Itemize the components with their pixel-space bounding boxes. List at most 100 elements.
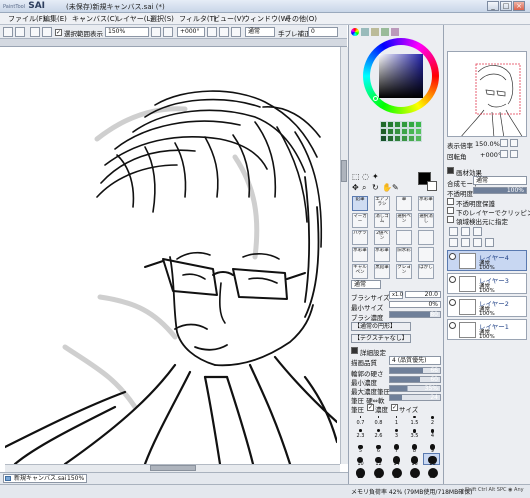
new-linework-layer-icon[interactable] [461, 227, 470, 236]
color-swatch[interactable] [394, 121, 401, 128]
new-layer-icon[interactable] [449, 227, 458, 236]
flip-button[interactable] [231, 27, 241, 37]
transfer-down-icon[interactable] [449, 238, 458, 247]
color-swatch[interactable] [401, 121, 408, 128]
color-swatch[interactable] [415, 135, 422, 142]
color-wheel-tab-icon[interactable] [351, 28, 359, 36]
detail-settings-toggle[interactable] [351, 347, 358, 354]
brush-tool-17[interactable]: 黒鉛筆 [374, 264, 390, 279]
edge-hardness-slider[interactable]: 66 [389, 367, 441, 374]
min-size-slider[interactable]: 0% [389, 301, 441, 308]
merge-down-icon[interactable] [461, 238, 470, 247]
layer-row[interactable]: レイヤー3 通常 100% [447, 273, 527, 294]
brush-mode-select[interactable]: 通常 [351, 280, 381, 289]
nav-zoom-out-button[interactable] [510, 139, 518, 147]
brush-size-preset[interactable]: 2 [423, 414, 440, 426]
menu-layer[interactable]: レイヤー(L) [116, 14, 153, 24]
pressure-size-checkbox[interactable]: ✓ [391, 404, 398, 411]
brush-size-preset[interactable]: 12 [369, 453, 386, 467]
vertical-scrollbar[interactable] [340, 47, 348, 464]
brush-size-slider[interactable]: 20.0 [405, 291, 441, 298]
menu-file[interactable]: ファイル(F) [8, 14, 46, 24]
brush-size-preset[interactable]: 0.8 [369, 414, 386, 426]
brush-size-preset[interactable]: 50 [423, 466, 440, 480]
brush-tool-14[interactable]: 旧水彩 [396, 247, 412, 262]
new-folder-icon[interactable] [473, 227, 482, 236]
clear-layer-icon[interactable] [473, 238, 482, 247]
select-rect-icon[interactable]: ⬚ [352, 172, 360, 181]
brush-size-preset[interactable]: 3.5 [405, 427, 422, 439]
blend-mode-select[interactable]: 通常 [473, 176, 527, 185]
color-swatch[interactable] [401, 128, 408, 135]
max-density-pressure-slider[interactable]: 35% [389, 385, 441, 392]
brush-size-preset[interactable]: 16 [405, 453, 422, 467]
color-swatch[interactable] [394, 128, 401, 135]
color-swatch[interactable] [387, 128, 394, 135]
brush-size-preset[interactable]: 2.6 [369, 427, 386, 439]
brush-tool-3[interactable]: 水彩筆 [418, 196, 434, 211]
brush-tool-1[interactable]: エアブラシ [374, 196, 390, 211]
rotate-left-button[interactable] [207, 27, 217, 37]
brush-tool-18[interactable]: クレヨン [396, 264, 412, 279]
brush-size-preset[interactable]: 5 [351, 440, 368, 454]
brush-density-slider[interactable]: 80 [389, 311, 441, 318]
brush-size-preset[interactable]: 2.3 [351, 427, 368, 439]
angle-field[interactable]: +000° [177, 27, 205, 37]
brush-tool-13[interactable]: 水彩筆 [374, 247, 390, 262]
navigator-preview[interactable] [447, 51, 527, 137]
saturation-value-square[interactable] [379, 54, 423, 98]
brush-size-preset[interactable]: 10 [351, 453, 368, 467]
hsv-slider-tab-icon[interactable] [371, 28, 379, 36]
brush-tool-11[interactable] [418, 230, 434, 245]
drawing-canvas[interactable] [5, 47, 337, 464]
brush-tool-9[interactable]: 2値ペン [374, 230, 390, 245]
color-swatch[interactable] [401, 135, 408, 142]
brush-size-preset[interactable]: 9 [423, 440, 440, 454]
menu-edit[interactable]: 編集(E) [43, 14, 67, 24]
layer-row[interactable]: レイヤー1 通常 100% [447, 319, 527, 340]
brush-size-preset[interactable]: 35 [387, 466, 404, 480]
brush-size-preset[interactable]: 40 [405, 466, 422, 480]
brush-size-preset[interactable]: 25 [351, 466, 368, 480]
min-density-slider[interactable]: 60 [389, 376, 441, 383]
layer-row[interactable]: レイヤー2 通常 100% [447, 296, 527, 317]
menu-view[interactable]: ビュー(V) [213, 14, 244, 24]
brush-shape-select[interactable]: 【通常の円形】 [351, 322, 411, 331]
brush-tool-2[interactable]: 筆 [396, 196, 412, 211]
color-picker-marker[interactable] [373, 96, 378, 101]
brush-size-preset[interactable]: 1 [387, 414, 404, 426]
lasso-icon[interactable]: ◌ [362, 172, 369, 181]
mode-select[interactable]: 通常 [245, 27, 275, 37]
pressure-hardness-slider[interactable]: 24 [389, 394, 441, 401]
opacity-slider[interactable]: 100% [473, 187, 527, 194]
visibility-eye-icon[interactable] [449, 322, 456, 329]
nav-rotate-left-button[interactable] [500, 150, 508, 158]
minimize-button[interactable]: _ [487, 1, 499, 11]
color-swatch[interactable] [380, 121, 387, 128]
visibility-eye-icon[interactable] [449, 299, 456, 306]
delete-layer-icon[interactable] [485, 238, 494, 247]
brush-texture-select[interactable]: 【テクスチャなし】 [351, 334, 411, 343]
brush-size-preset[interactable]: 4 [423, 427, 440, 439]
brush-tool-16[interactable]: ギャルペン [352, 264, 368, 279]
color-swatch[interactable] [408, 121, 415, 128]
color-swatch[interactable] [415, 128, 422, 135]
menu-other[interactable]: その他(O) [285, 14, 317, 24]
zoom-in-button[interactable] [151, 27, 161, 37]
color-swatch[interactable] [387, 121, 394, 128]
rotate-right-button[interactable] [219, 27, 229, 37]
brush-size-preset[interactable]: 20 [423, 453, 440, 467]
pressure-density-checkbox[interactable]: ✓ [367, 404, 374, 411]
magic-wand-icon[interactable]: ✦ [372, 172, 379, 181]
brush-tool-0[interactable]: 鉛筆 [352, 196, 368, 211]
color-swatch[interactable] [394, 135, 401, 142]
brush-size-preset[interactable]: 14 [387, 453, 404, 467]
invert-select-button[interactable] [42, 27, 52, 37]
vertical-scroll-thumb[interactable] [341, 160, 347, 182]
brush-tool-10[interactable] [396, 230, 412, 245]
brush-size-preset[interactable]: 6 [369, 440, 386, 454]
visibility-eye-icon[interactable] [449, 276, 456, 283]
layer-row[interactable]: レイヤー4 通常 100% [447, 250, 527, 271]
rgb-slider-tab-icon[interactable] [361, 28, 369, 36]
redo-button[interactable] [15, 27, 25, 37]
